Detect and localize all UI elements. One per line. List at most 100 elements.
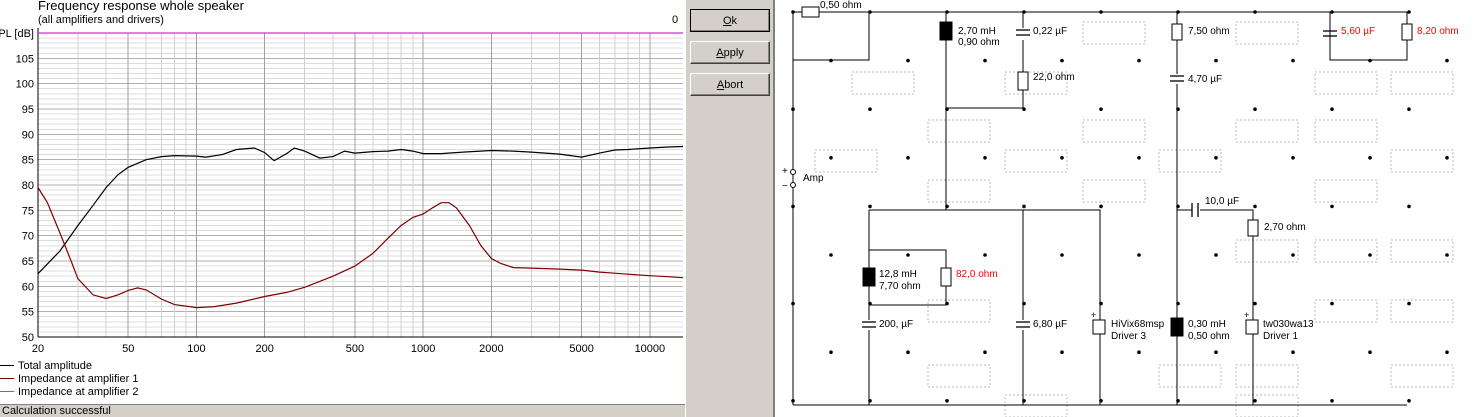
grid-dot: [1137, 156, 1141, 160]
grid-dot: [1407, 399, 1411, 403]
resistor-22-symbol[interactable]: [1017, 71, 1029, 91]
amp-plus-terminal[interactable]: [790, 169, 796, 175]
driver1-symbol[interactable]: [1245, 319, 1259, 335]
grid-dot: [1291, 253, 1295, 257]
legend-swatch: [0, 391, 14, 392]
x-tick-label: 200: [256, 343, 274, 355]
grid-dot: [1330, 301, 1334, 306]
grid-dot: [945, 399, 949, 403]
inductor-l2-symbol[interactable]: [862, 267, 876, 287]
amp-minus-terminal[interactable]: [790, 182, 796, 188]
empty-slot: [927, 364, 991, 388]
capacitor-label[interactable]: 200, µF: [879, 319, 913, 330]
resistor-label-highlighted[interactable]: 8,20 ohm: [1417, 26, 1459, 37]
resistor-label[interactable]: 22,0 ohm: [1033, 72, 1075, 83]
chart-subtitle: (all amplifiers and drivers): [38, 14, 164, 26]
legend-item-impedance-amp1: Impedance at amplifier 1: [0, 372, 138, 385]
grid-dot: [868, 204, 872, 209]
capacitor-200-symbol[interactable]: [862, 321, 876, 328]
inductor-l1-symbol[interactable]: [939, 21, 953, 41]
empty-slot: [1390, 299, 1454, 323]
resistor-label[interactable]: 7,50 ohm: [1188, 26, 1230, 37]
inductor-label[interactable]: 2,70 mH: [958, 26, 996, 37]
capacitor-label[interactable]: 10,0 µF: [1205, 196, 1239, 207]
empty-slot: [1004, 149, 1068, 173]
y-tick-label: 85: [22, 155, 34, 167]
grid-dot: [1445, 350, 1449, 355]
resistor-82-symbol[interactable]: [940, 267, 952, 287]
grid-dot: [1445, 253, 1449, 257]
legend-label: Impedance at amplifier 2: [18, 385, 139, 398]
grid-dot: [1253, 204, 1257, 209]
inductor-resistance-label: 0,90 ohm: [958, 37, 1000, 48]
y-tick-label: 55: [22, 307, 34, 319]
capacitor-label[interactable]: 6,80 µF: [1033, 319, 1067, 330]
legend-swatch: [0, 365, 14, 366]
capacitor-10-symbol[interactable]: [1191, 203, 1199, 217]
empty-slot: [927, 299, 991, 323]
grid-dot: [829, 58, 833, 63]
circuit-schematic[interactable]: + +: [775, 0, 1484, 417]
capacitor-470-symbol[interactable]: [1170, 75, 1184, 82]
empty-slot: [1082, 21, 1146, 45]
capacitor-label[interactable]: 4,70 µF: [1188, 74, 1222, 85]
grid-dot: [1291, 350, 1295, 355]
resistor-label[interactable]: 0,50 ohm: [820, 0, 862, 11]
resistor-label[interactable]: 2,70 ohm: [1264, 222, 1306, 233]
x-tick-label: 10000: [635, 343, 666, 355]
grid-dot: [1407, 204, 1411, 209]
grid-dot: [1330, 107, 1334, 111]
resistor-label-highlighted[interactable]: 82,0 ohm: [956, 269, 998, 280]
empty-slot: [814, 149, 878, 173]
ok-button[interactable]: Ok: [690, 9, 770, 32]
amp-plus-sign: +: [782, 166, 788, 177]
apply-button[interactable]: Apply: [690, 41, 770, 64]
grid-dot: [906, 58, 910, 63]
capacitor-680-symbol[interactable]: [1016, 321, 1030, 328]
y-axis-label: SPL [dB]: [0, 28, 34, 40]
capacitor-022-symbol[interactable]: [1016, 29, 1030, 36]
grid-dot: [1368, 253, 1372, 257]
apply-accelerator: A: [716, 46, 724, 59]
inductor-label[interactable]: 0,30 mH: [1188, 319, 1226, 330]
grid-dot: [868, 107, 872, 111]
empty-slot: [1235, 21, 1299, 45]
abort-button[interactable]: Abort: [690, 73, 770, 96]
grid-dot: [1407, 10, 1411, 14]
y-tick-label: 95: [22, 104, 34, 116]
grid-dots: [791, 10, 1449, 403]
inductor-resistance-label: 0,50 ohm: [1188, 331, 1230, 342]
grid-dot: [1137, 253, 1141, 257]
grid-dot: [829, 350, 833, 355]
driver-model-label[interactable]: HiVix68msp: [1111, 319, 1164, 330]
grid-dot: [1099, 107, 1103, 111]
empty-slot: [927, 179, 991, 203]
driver3-symbol[interactable]: [1092, 319, 1106, 335]
legend-item-impedance-amp2: Impedance at amplifier 2: [0, 385, 138, 398]
grid-dot: [1368, 350, 1372, 355]
capacitor-label[interactable]: 0,22 µF: [1033, 26, 1067, 37]
x-tick-label: 50: [122, 343, 134, 355]
x-tick-label: 100: [187, 343, 205, 355]
chart-title: Frequency response whole speaker: [38, 0, 244, 13]
inductor-label[interactable]: 12,8 mH: [879, 269, 917, 280]
crossover-circuit-editor[interactable]: + + 0,50 ohm 2,70 mH 0,90 ohm 0,22 µF 22,…: [773, 0, 1484, 417]
resistor-820-symbol[interactable]: [1401, 23, 1413, 41]
driver-model-label[interactable]: tw030wa13: [1263, 319, 1314, 330]
grid-dot: [983, 58, 987, 63]
driver1-polarity: +: [1244, 310, 1249, 320]
empty-slot: [1158, 149, 1222, 173]
chart-plot: 50556065707580859095100105SPL [dB]205010…: [0, 28, 684, 355]
empty-slot: [851, 71, 915, 95]
resistor-270-symbol[interactable]: [1247, 219, 1259, 237]
grid-dot: [1022, 204, 1026, 209]
resistor-050-symbol[interactable]: [801, 6, 820, 18]
y-tick-label: 70: [22, 231, 34, 243]
y-tick-label: 90: [22, 129, 34, 141]
resistor-750-symbol[interactable]: [1171, 23, 1183, 41]
amp-label[interactable]: Amp: [803, 173, 824, 184]
capacitor-label-highlighted[interactable]: 5,60 µF: [1341, 26, 1375, 37]
empty-slot: [1082, 119, 1146, 143]
driver-name-label: Driver 1: [1263, 331, 1299, 342]
inductor-l3-symbol[interactable]: [1170, 317, 1184, 337]
